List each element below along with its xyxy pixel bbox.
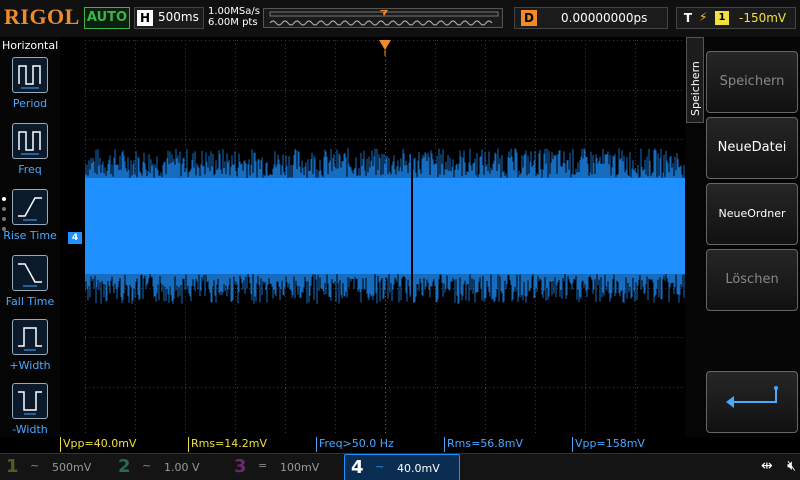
trigger-marker-letter: T — [380, 11, 385, 18]
rigol-logo: RIGOL — [4, 4, 80, 29]
usb-icon: ⇹ — [760, 458, 773, 474]
timebase-value: 500ms — [158, 10, 199, 24]
measure-period-label: Period — [12, 97, 48, 110]
measure-menu: Horizontal Period Freq Rise Time Fall Ti… — [0, 37, 60, 437]
trigger-strip-graphic: T — [269, 10, 499, 26]
channel-scale: 100mV — [280, 461, 320, 474]
trigger-position-icon — [379, 40, 391, 56]
negative-width-icon — [12, 383, 48, 419]
freq-icon — [12, 123, 48, 159]
timebase-display[interactable]: H 500ms — [134, 7, 204, 29]
measure-fall-time[interactable]: Fall Time — [0, 255, 60, 317]
trigger-source: 1 — [715, 11, 729, 25]
save-menu-tab-label: Speichern — [689, 61, 702, 116]
delay-value: 0.00000000ps — [561, 11, 648, 25]
ch4-ground-marker[interactable]: 4 — [68, 232, 82, 244]
channel-number: 4 — [351, 457, 364, 478]
trigger-level: -150mV — [739, 11, 787, 25]
channel-bar: 1 ~ 500mV 2 ~ 1.00 V 3 = 100mV 4 ~ 40.0m… — [0, 453, 800, 480]
rise-time-icon — [12, 189, 48, 225]
coupling-icon: ~ — [30, 459, 40, 472]
top-status-bar: RIGOL AUTO H 500ms 1.00MSa/s 6.00M pts T… — [0, 0, 800, 37]
auto-button[interactable]: AUTO — [84, 7, 130, 29]
measure-menu-title: Horizontal — [2, 39, 59, 52]
memory-depth: 6.00M pts — [208, 17, 258, 28]
rising-edge-icon: ⚡ — [699, 10, 708, 24]
channel-number: 1 — [6, 456, 19, 477]
delay-label: D — [521, 10, 537, 26]
measure-fall-time-label: Fall Time — [5, 295, 55, 308]
measure-freq[interactable]: Freq — [0, 123, 60, 185]
measure-freq-label: Freq — [18, 163, 42, 176]
channel-1[interactable]: 1 ~ 500mV — [0, 454, 112, 480]
measurement-results: Vpp=40.0mV Rms=14.2mV Freq>50.0 Hz Rms=5… — [60, 437, 700, 452]
measurement-result: Freq>50.0 Hz — [316, 437, 444, 452]
ch4-waveform — [85, 148, 685, 304]
timebase-label: H — [137, 10, 153, 26]
channel-scale: 40.0mV — [397, 462, 440, 475]
measurement-result: Rms=56.8mV — [444, 437, 572, 452]
fall-time-icon — [12, 255, 48, 291]
channel-scale: 500mV — [52, 461, 92, 474]
positive-width-icon — [12, 319, 48, 355]
measure-positive-width-label: +Width — [9, 359, 51, 372]
new-folder-softkey[interactable]: NeueOrdner — [706, 183, 798, 245]
save-softkey[interactable]: Speichern — [706, 51, 798, 113]
trigger-label: T — [683, 11, 693, 25]
trigger-display[interactable]: T ⚡ 1 -150mV — [676, 7, 796, 29]
return-softkey[interactable] — [706, 371, 798, 433]
delete-softkey[interactable]: Löschen — [706, 249, 798, 311]
channel-number: 2 — [118, 456, 131, 477]
trigger-position-strip[interactable]: T — [263, 8, 503, 28]
measurement-result: Vpp=158mV — [572, 437, 700, 452]
mute-icon[interactable]: 🔇︎ — [787, 458, 796, 474]
waveform-grid[interactable] — [85, 40, 685, 436]
sample-info: 1.00MSa/s 6.00M pts — [208, 6, 260, 28]
sample-rate: 1.00MSa/s — [208, 6, 260, 17]
return-arrow-icon — [726, 386, 778, 408]
period-icon — [12, 57, 48, 93]
measure-period[interactable]: Period — [0, 57, 60, 119]
status-icons: ⇹ 🔇︎ — [761, 458, 796, 474]
measure-rise-time[interactable]: Rise Time — [0, 189, 60, 251]
channel-4[interactable]: 4 ~ 40.0mV — [344, 454, 460, 480]
channel-2[interactable]: 2 ~ 1.00 V — [112, 454, 228, 480]
channel-scale: 1.00 V — [164, 461, 200, 474]
measurement-result: Rms=14.2mV — [188, 437, 316, 452]
coupling-icon: ~ — [375, 460, 385, 473]
channel-number: 3 — [234, 456, 247, 477]
new-file-softkey[interactable]: NeueDatei — [706, 117, 798, 179]
delay-display[interactable]: D 0.00000000ps — [514, 7, 668, 29]
channel-3[interactable]: 3 = 100mV — [228, 454, 344, 480]
measure-rise-time-label: Rise Time — [3, 229, 57, 242]
measure-negative-width-label: -Width — [12, 423, 48, 436]
save-menu-tab[interactable]: Speichern — [686, 37, 704, 123]
coupling-icon: = — [258, 459, 268, 472]
measure-positive-width[interactable]: +Width — [0, 319, 60, 381]
measurement-result: Vpp=40.0mV — [60, 437, 188, 452]
coupling-icon: ~ — [142, 459, 152, 472]
save-menu: Speichern Speichern NeueDatei NeueOrdner… — [686, 37, 800, 437]
measure-negative-width[interactable]: -Width — [0, 383, 60, 445]
